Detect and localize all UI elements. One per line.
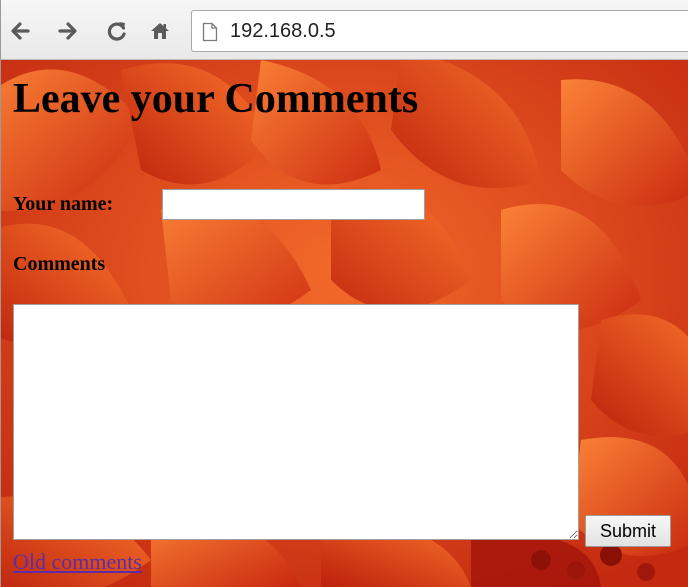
submit-button[interactable]: Submit bbox=[585, 515, 671, 547]
back-button[interactable] bbox=[7, 18, 33, 44]
home-button[interactable] bbox=[147, 18, 173, 44]
forward-arrow-icon bbox=[58, 22, 77, 40]
back-arrow-icon bbox=[11, 22, 30, 40]
old-comments-link[interactable]: Old comments bbox=[13, 549, 142, 575]
page-title: Leave your Comments bbox=[13, 76, 419, 122]
reload-icon bbox=[107, 22, 126, 41]
browser-toolbar: 192.168.0.5 bbox=[1, 0, 688, 60]
name-label: Your name: bbox=[13, 193, 114, 215]
page-icon bbox=[202, 22, 218, 42]
url-text[interactable]: 192.168.0.5 bbox=[230, 20, 336, 43]
comments-textarea[interactable] bbox=[13, 304, 579, 540]
name-input[interactable] bbox=[162, 189, 425, 220]
home-icon bbox=[151, 23, 169, 39]
address-bar[interactable]: 192.168.0.5 bbox=[191, 10, 688, 52]
reload-button[interactable] bbox=[104, 18, 130, 44]
page-viewport: Leave your Comments Your name: Comments … bbox=[1, 60, 688, 587]
comments-label: Comments bbox=[13, 253, 106, 275]
browser-window: 192.168.0.5 Leave your Comments Your nam… bbox=[0, 0, 688, 587]
forward-button[interactable] bbox=[55, 18, 81, 44]
